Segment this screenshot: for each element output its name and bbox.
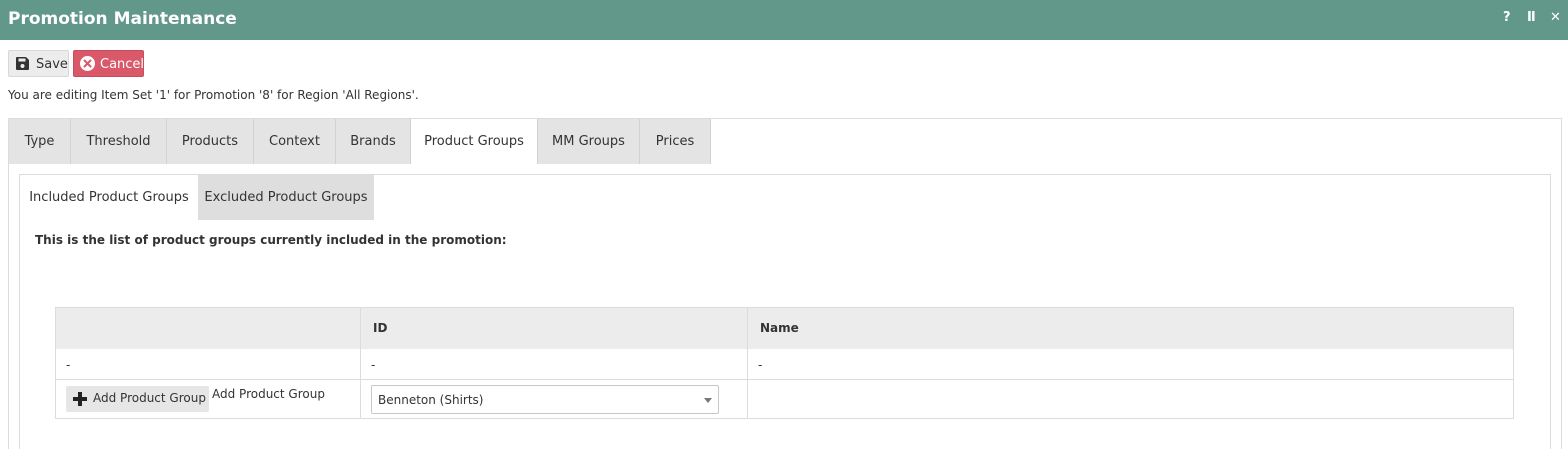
cancel-button[interactable]: Cancel [73, 50, 144, 77]
subtab-included-product-groups[interactable]: Included Product Groups [20, 175, 198, 220]
tab-threshold[interactable]: Threshold [71, 119, 167, 164]
chevron-down-icon [704, 398, 712, 403]
tab-context[interactable]: Context [254, 119, 336, 164]
tab-type[interactable]: Type [9, 119, 71, 164]
product-groups-table: ID Name - - - Add Product Group Add Prod… [55, 307, 1514, 419]
title-bar: Promotion Maintenance ? II ✕ [0, 0, 1568, 40]
tab-product-groups[interactable]: Product Groups [411, 119, 538, 164]
subtab-excluded-product-groups[interactable]: Excluded Product Groups [198, 175, 374, 220]
save-button[interactable]: Save [8, 50, 69, 77]
table-header: ID Name [56, 308, 1513, 349]
floppy-disk-icon [16, 57, 29, 70]
window-title: Promotion Maintenance [8, 9, 237, 29]
add-product-group-label: Add Product Group [212, 387, 325, 401]
section-description: This is the list of product groups curre… [35, 233, 507, 247]
product-group-select[interactable]: Benneton (Shirts) [371, 385, 719, 414]
add-product-group-button-label: Add Product Group [93, 391, 206, 405]
help-icon[interactable]: ? [1503, 10, 1511, 25]
close-icon[interactable]: ✕ [1550, 10, 1561, 25]
row-id-cell: - [371, 358, 376, 372]
close-circle-icon [80, 56, 95, 71]
row-divider [56, 379, 1513, 380]
plus-icon [73, 392, 87, 406]
tab-brands[interactable]: Brands [336, 119, 411, 164]
pause-icon[interactable]: II [1527, 10, 1536, 25]
cancel-button-label: Cancel [100, 57, 145, 72]
tab-products[interactable]: Products [167, 119, 254, 164]
column-header-name: Name [760, 321, 799, 335]
row-name-cell: - [758, 358, 763, 372]
add-product-group-button[interactable]: Add Product Group [66, 386, 209, 412]
row-cell: - [66, 358, 71, 372]
column-divider [360, 308, 361, 418]
tab-prices[interactable]: Prices [640, 119, 711, 164]
save-button-label: Save [36, 57, 68, 72]
column-header-id: ID [373, 321, 388, 335]
column-divider [747, 308, 748, 418]
product-group-select-value: Benneton (Shirts) [378, 393, 484, 407]
tab-mm-groups[interactable]: MM Groups [538, 119, 640, 164]
editing-info-text: You are editing Item Set '1' for Promoti… [8, 88, 419, 102]
